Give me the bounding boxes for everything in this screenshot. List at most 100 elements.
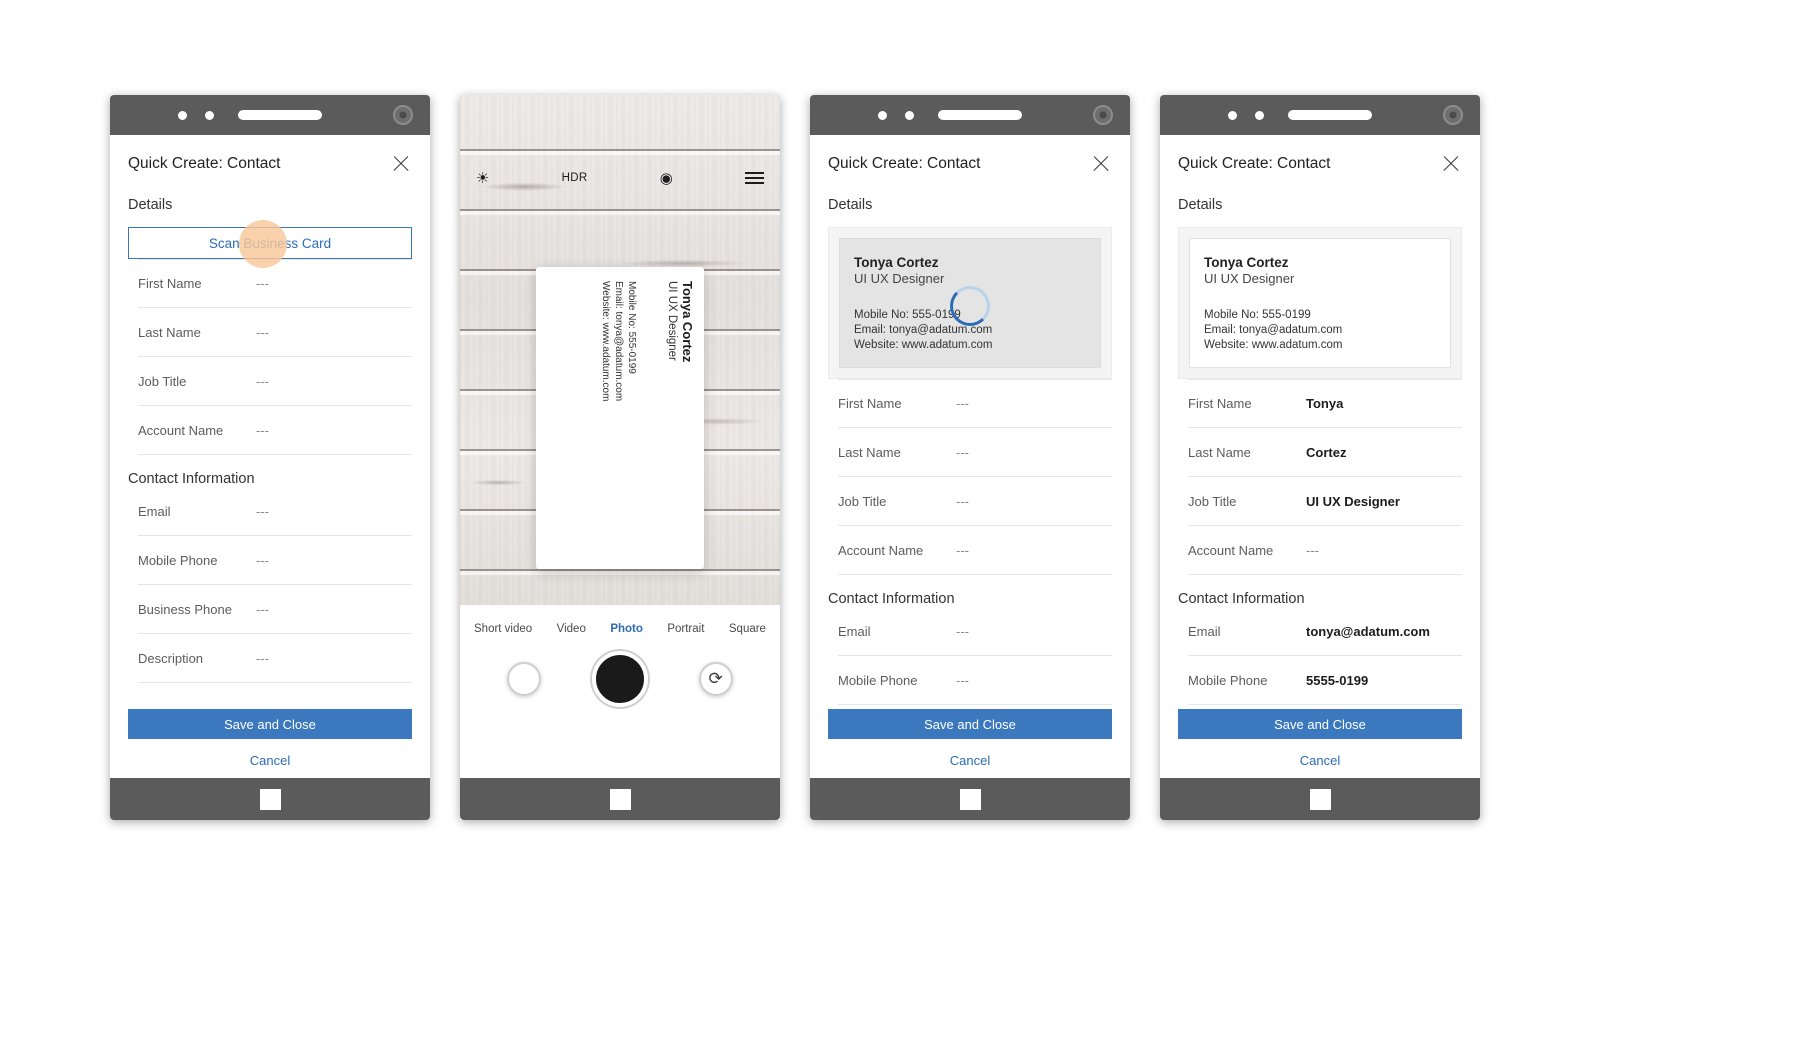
field-value: --- [256, 422, 269, 438]
p4-action-bar: Save and Close Cancel [1160, 709, 1480, 778]
save-and-close-button[interactable]: Save and Close [128, 709, 412, 739]
card-contact-lines: Mobile No: 555-0199 Email: tonya@adatum.… [1204, 308, 1436, 353]
p1-action-bar: Save and Close Cancel [110, 709, 430, 778]
phone-1-quick-create-empty: Quick Create: Contact Details Scan Busin… [110, 95, 430, 820]
home-button-icon[interactable] [259, 788, 281, 810]
field-value: Cortez [1306, 444, 1347, 460]
table-row[interactable]: Last Name --- [138, 308, 412, 357]
mode-short-video[interactable]: Short video [474, 623, 532, 635]
cancel-link[interactable]: Cancel [1160, 753, 1480, 768]
details-heading: Details [128, 197, 173, 213]
home-button-icon[interactable] [609, 788, 631, 810]
scanned-card-preview: Tonya Cortez UI UX Designer Mobile No: 5… [1178, 227, 1462, 379]
card-mobile: Mobile No: 555-0199 [1204, 309, 1311, 321]
card-email: Email: tonya@adatum.com [613, 281, 624, 402]
mode-video[interactable]: Video [557, 623, 586, 635]
phone-bottom-bezel [810, 778, 1130, 820]
field-value: UI UX Designer [1306, 493, 1400, 509]
table-row[interactable]: Business Phone --- [138, 585, 412, 634]
table-row[interactable]: Last Name --- [838, 428, 1112, 477]
field-label: Account Name [1188, 542, 1274, 558]
scan-business-card-button[interactable]: Scan Business Card [128, 220, 412, 268]
field-label: Email [1188, 623, 1221, 639]
field-value: Tonya [1306, 396, 1344, 411]
home-button-icon[interactable] [1309, 788, 1331, 810]
mode-portrait[interactable]: Portrait [667, 623, 704, 635]
field-value: --- [256, 324, 269, 340]
field-label: Account Name [138, 422, 224, 438]
field-label: Business Phone [138, 601, 232, 617]
field-label: Email [838, 623, 871, 639]
field-label: First Name [1188, 396, 1252, 411]
gallery-thumbnail-button[interactable] [507, 662, 542, 696]
p1-details-fields: First Name --- Last Name --- Job Title -… [110, 259, 430, 455]
contact-information-heading: Contact Information [828, 591, 955, 607]
shutter-row: ⟳ [460, 635, 780, 707]
brightness-icon[interactable]: ☀ [476, 171, 489, 186]
card-contact-lines: Mobile No: 555-0199 Email: tonya@adatum.… [599, 281, 638, 563]
close-icon[interactable] [390, 153, 412, 175]
hdr-toggle[interactable]: HDR [562, 172, 588, 184]
screenshot-stage: Quick Create: Contact Details Scan Busin… [0, 0, 1793, 1048]
table-row[interactable]: Mobile Phone --- [838, 656, 1112, 705]
scan-button-label: Scan Business Card [208, 235, 332, 251]
field-value: --- [256, 650, 269, 666]
table-row[interactable]: Email --- [138, 487, 412, 536]
table-row[interactable]: Job Title UI UX Designer [1188, 477, 1462, 526]
card-website: Website: www.adatum.com [854, 339, 993, 351]
table-row[interactable]: Description --- [138, 634, 412, 683]
field-label: Mobile Phone [838, 672, 918, 688]
field-value: tonya@adatum.com [1306, 623, 1430, 639]
card-name: Tonya Cortez [854, 255, 939, 270]
table-row[interactable]: First Name --- [838, 379, 1112, 428]
sensor-dot-icon [178, 110, 187, 120]
save-and-close-button[interactable]: Save and Close [1178, 709, 1462, 739]
phone-3-quick-create-scanning: Quick Create: Contact Details Tonya Cort… [810, 95, 1130, 820]
table-row[interactable]: First Name Tonya [1188, 379, 1462, 428]
cancel-link[interactable]: Cancel [810, 753, 1130, 768]
card-role: UI UX Designer [854, 271, 945, 286]
field-value: --- [956, 396, 969, 411]
table-row[interactable]: Mobile Phone 5555-0199 [1188, 656, 1462, 705]
form-header: Quick Create: Contact [1160, 135, 1480, 175]
field-value: --- [256, 552, 269, 568]
save-and-close-button[interactable]: Save and Close [828, 709, 1112, 739]
form-header: Quick Create: Contact [110, 135, 430, 175]
table-row[interactable]: Account Name --- [838, 526, 1112, 575]
hamburger-menu-icon[interactable] [744, 172, 764, 184]
table-row[interactable]: Last Name Cortez [1188, 428, 1462, 477]
field-label: First Name [838, 396, 902, 411]
table-row[interactable]: Account Name --- [138, 406, 412, 455]
field-value: --- [256, 601, 269, 617]
phone-1-screen: Quick Create: Contact Details Scan Busin… [110, 135, 430, 778]
table-row[interactable]: First Name --- [138, 259, 412, 308]
mode-photo[interactable]: Photo [610, 623, 643, 635]
page-title: Quick Create: Contact [828, 155, 981, 172]
business-card-content: Tonya Cortez UI UX Designer Mobile No: 5… [545, 273, 695, 563]
mode-square[interactable]: Square [729, 623, 766, 635]
shutter-button[interactable] [591, 651, 648, 707]
front-camera-icon [393, 105, 413, 125]
table-row[interactable]: Email --- [838, 607, 1112, 656]
table-row[interactable]: Job Title --- [138, 357, 412, 406]
close-icon[interactable] [1090, 153, 1112, 175]
phone-4-screen: Quick Create: Contact Details Tonya Cort… [1160, 135, 1480, 778]
table-row[interactable]: Mobile Phone --- [138, 536, 412, 585]
field-label: Description [138, 650, 204, 666]
card-role: UI UX Designer [1204, 271, 1295, 286]
table-row[interactable]: Email tonya@adatum.com [1188, 607, 1462, 656]
page-title: Quick Create: Contact [1178, 155, 1331, 172]
camera-mode-selector: Short video Video Photo Portrait Square [460, 605, 780, 635]
phone-top-bezel [1160, 95, 1480, 135]
filter-icon[interactable]: ◉ [660, 171, 673, 186]
flip-camera-icon[interactable]: ⟳ [698, 662, 733, 696]
table-row[interactable]: Job Title --- [838, 477, 1112, 526]
table-row[interactable]: Account Name --- [1188, 526, 1462, 575]
home-button-icon[interactable] [959, 788, 981, 810]
form-header: Quick Create: Contact [810, 135, 1130, 175]
close-icon[interactable] [1440, 153, 1462, 175]
field-label: Job Title [138, 373, 187, 389]
field-value: 5555-0199 [1306, 672, 1369, 688]
cancel-link[interactable]: Cancel [110, 753, 430, 768]
card-website: Website: www.adatum.com [1204, 339, 1343, 351]
